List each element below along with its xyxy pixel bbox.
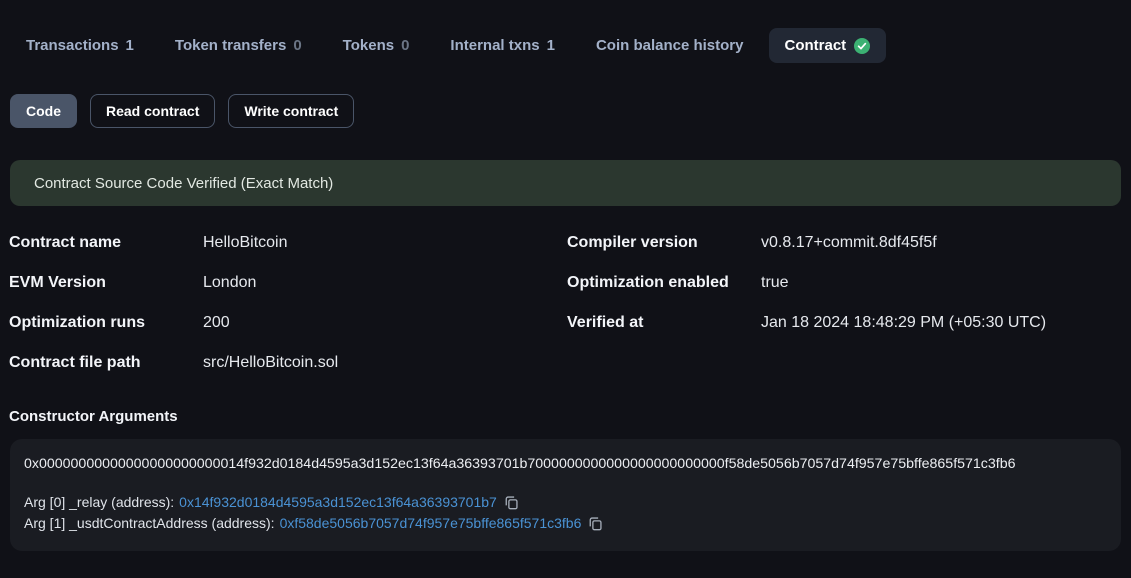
arg-address-link[interactable]: 0x14f932d0184d4595a3d152ec13f64a36393701… (179, 492, 497, 513)
contract-tabs-bar: Transactions 1 Token transfers 0 Tokens … (0, 0, 1131, 63)
tab-count: 1 (126, 37, 134, 54)
info-label: Contract name (9, 234, 203, 252)
info-value: HelloBitcoin (203, 234, 287, 252)
read-contract-button[interactable]: Read contract (90, 94, 215, 128)
tab-label: Coin balance history (596, 37, 744, 54)
verified-banner-text: Contract Source Code Verified (Exact Mat… (34, 175, 333, 192)
tab-internal-txns[interactable]: Internal txns 1 (434, 28, 571, 63)
tab-contract[interactable]: Contract (769, 28, 887, 63)
contract-info-grid: Contract name HelloBitcoin EVM Version L… (0, 223, 1121, 383)
info-row-compiler-version: Compiler version v0.8.17+commit.8df45f5f (567, 223, 1121, 263)
check-circle-icon (854, 38, 870, 54)
info-row-optimization-enabled: Optimization enabled true (567, 263, 1121, 303)
tab-coin-balance-history[interactable]: Coin balance history (580, 28, 760, 63)
tab-label: Token transfers (175, 37, 286, 54)
tab-tokens[interactable]: Tokens 0 (327, 28, 426, 63)
info-label: Verified at (567, 314, 761, 332)
arg-label: Arg [1] _usdtContractAddress (address): (24, 513, 275, 534)
contract-subtabs: Code Read contract Write contract (0, 63, 1131, 128)
tab-token-transfers[interactable]: Token transfers 0 (159, 28, 318, 63)
constructor-arguments-raw-hex: 0x00000000000000000000000014f932d0184d45… (24, 456, 1107, 472)
copy-icon[interactable] (588, 516, 603, 531)
constructor-arg-row-1: Arg [1] _usdtContractAddress (address): … (24, 513, 1107, 534)
copy-icon[interactable] (504, 495, 519, 510)
info-label: Contract file path (9, 354, 203, 372)
info-row-optimization-runs: Optimization runs 200 (9, 303, 563, 343)
tab-count: 0 (401, 37, 409, 54)
tab-label: Internal txns (450, 37, 539, 54)
constructor-arguments-heading: Constructor Arguments (9, 408, 1121, 425)
arg-address-link[interactable]: 0xf58de5056b7057d74f957e75bffe865f571c3f… (280, 513, 582, 534)
constructor-arguments-list: Arg [0] _relay (address): 0x14f932d0184d… (24, 492, 1107, 534)
constructor-arguments-box: 0x00000000000000000000000014f932d0184d45… (10, 439, 1121, 551)
info-column-right: Compiler version v0.8.17+commit.8df45f5f… (567, 223, 1121, 383)
info-value: v0.8.17+commit.8df45f5f (761, 234, 937, 252)
tab-count: 1 (547, 37, 555, 54)
tab-label: Tokens (343, 37, 394, 54)
tab-count: 0 (293, 37, 301, 54)
info-label: EVM Version (9, 274, 203, 292)
info-row-evm-version: EVM Version London (9, 263, 563, 303)
verified-banner: Contract Source Code Verified (Exact Mat… (10, 160, 1121, 206)
info-value: Jan 18 2024 18:48:29 PM (+05:30 UTC) (761, 314, 1046, 332)
arg-label: Arg [0] _relay (address): (24, 492, 174, 513)
info-label: Optimization enabled (567, 274, 761, 292)
tab-transactions[interactable]: Transactions 1 (10, 28, 150, 63)
info-value: 200 (203, 314, 230, 332)
info-row-contract-file-path: Contract file path src/HelloBitcoin.sol (9, 343, 563, 383)
info-value: London (203, 274, 256, 292)
info-label: Compiler version (567, 234, 761, 252)
tab-label: Contract (785, 37, 847, 54)
info-label: Optimization runs (9, 314, 203, 332)
info-value: src/HelloBitcoin.sol (203, 354, 338, 372)
code-button[interactable]: Code (10, 94, 77, 128)
info-row-contract-name: Contract name HelloBitcoin (9, 223, 563, 263)
write-contract-button[interactable]: Write contract (228, 94, 354, 128)
info-column-left: Contract name HelloBitcoin EVM Version L… (9, 223, 563, 383)
tab-label: Transactions (26, 37, 119, 54)
info-row-verified-at: Verified at Jan 18 2024 18:48:29 PM (+05… (567, 303, 1121, 343)
info-value: true (761, 274, 789, 292)
constructor-arg-row-0: Arg [0] _relay (address): 0x14f932d0184d… (24, 492, 1107, 513)
